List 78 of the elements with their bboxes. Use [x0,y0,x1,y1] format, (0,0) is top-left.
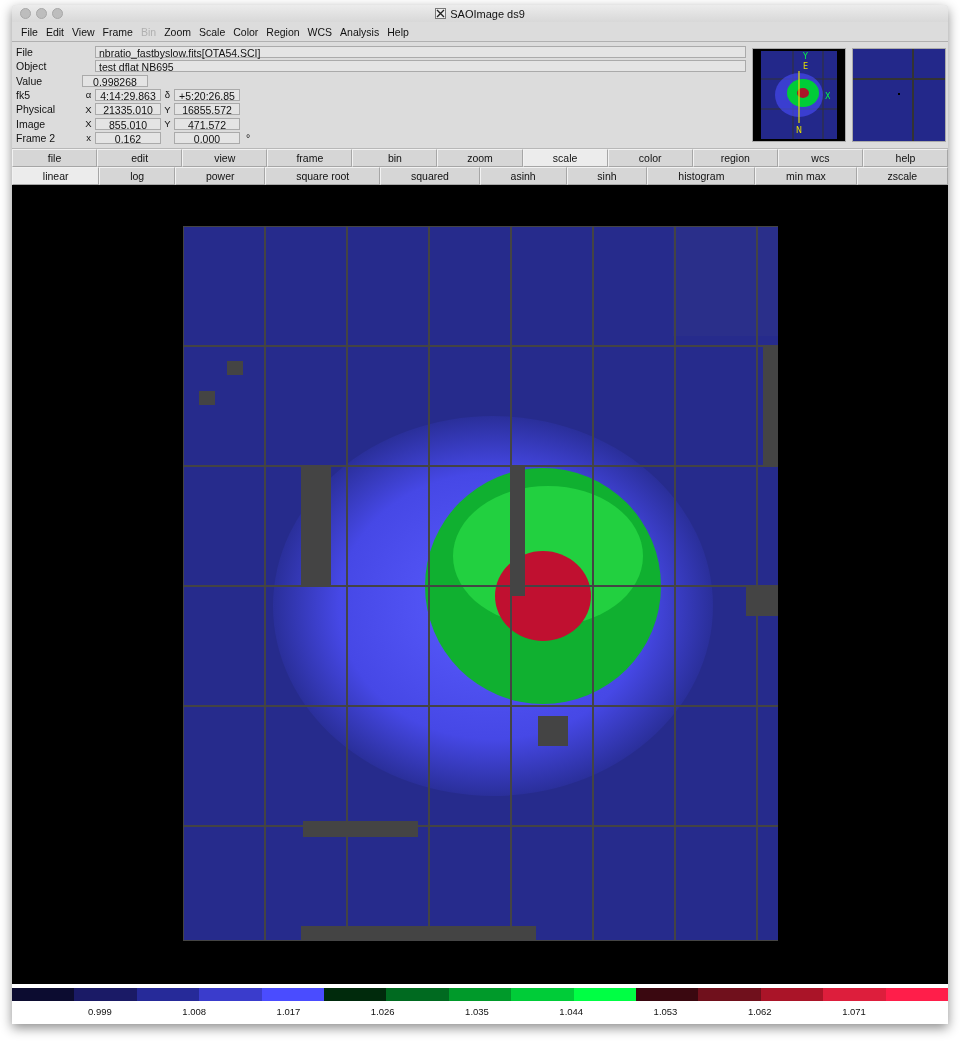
colorbar-tick-label: 1.008 [182,1006,207,1017]
colorbar-tick-label: 0.999 [88,1006,112,1017]
axis-label: δ [164,89,171,101]
compass-label: E [803,62,809,71]
astronomical-image-drawing[interactable] [182,226,778,941]
colorbar-tick-label: 1.044 [559,1006,584,1017]
menu-item[interactable]: Zoom [160,25,195,38]
scale-type-option[interactable]: sinh [566,167,648,185]
zoom-icon[interactable] [52,8,63,19]
axis-label: x [85,132,92,144]
axis-label: X [84,103,93,115]
menu-item[interactable]: Frame [98,25,137,38]
info-field: nbratio_fastbyslow.fits[OTA54.SCI] [95,46,746,59]
field-label: Physical [15,103,57,116]
menu-item[interactable]: View [68,25,99,38]
menu-item[interactable]: Help [383,25,413,38]
field-label: Frame 2 [15,131,57,144]
info-field: test dflat NB695 [95,60,746,73]
toolbar-button[interactable]: scale [522,149,608,167]
toolbar-button[interactable]: region [692,149,778,167]
x-window-icon [435,8,447,19]
colorbar-tick-label: 1.026 [370,1006,395,1017]
toolbar-button[interactable]: bin [352,149,438,167]
menu-item[interactable]: Analysis [336,25,384,38]
axis-label: Y [164,103,171,115]
scale-type-option[interactable]: asinh [479,167,567,185]
menu-item[interactable]: File [17,25,42,38]
field-label: Value [15,74,44,87]
panner-image-drawing[interactable]: Y E N X [752,48,846,142]
toolbar-button[interactable]: color [607,149,693,167]
axis-label: α [84,89,93,101]
compass-label: N [796,126,802,135]
toolbar-button[interactable]: view [182,149,268,167]
toolbar-button[interactable]: zoom [437,149,523,167]
colorbar-tick-label: 1.053 [653,1006,678,1017]
menu-item[interactable]: Scale [194,25,230,38]
toolbar-button[interactable]: frame [267,149,353,167]
close-icon[interactable] [20,8,31,19]
menu-item[interactable]: Edit [41,25,68,38]
info-field: 16855.572 [174,103,240,116]
menu-item[interactable]: WCS [303,25,337,38]
field-label: Object [15,60,48,73]
toolbar-button[interactable]: wcs [777,149,863,167]
colorbar-tick-label: 1.035 [465,1006,489,1017]
axis-label: X [84,118,93,130]
menu-item[interactable]: Color [229,25,263,38]
scale-type-option[interactable]: squared [380,167,480,185]
info-field: 0.000 [174,131,240,144]
compass-label: X [825,92,831,101]
scale-type-option[interactable]: min max [755,167,857,185]
info-field: 0.162 [95,131,161,144]
field-label: File [15,46,34,59]
window-title: SAOImage ds9 [450,7,525,20]
colorbar-tick-label: 1.071 [842,1006,866,1017]
minimize-icon[interactable] [36,8,47,19]
scale-type-option[interactable]: power [175,167,266,185]
toolbar-button[interactable]: help [862,149,949,167]
scale-type-option[interactable]: histogram [647,167,756,185]
scale-type-option[interactable]: linear [12,167,100,185]
toolbar-button[interactable]: edit [97,149,183,167]
info-field: 21335.010 [95,103,161,116]
info-field: 0.998268 [82,74,148,87]
menu-item[interactable]: Region [262,25,304,38]
compass-label: Y [803,52,808,61]
toolbar-button[interactable]: file [12,149,98,167]
field-label: fk5 [15,89,31,101]
field-label: Image [15,117,47,130]
colorbar-tick-label: 1.062 [747,1006,772,1017]
axis-label: Y [164,118,171,130]
scale-type-option[interactable]: log [99,167,176,185]
info-field: 4:14:29.863 [95,89,161,101]
scale-type-option[interactable]: zscale [856,167,949,185]
info-field: 855.010 [95,117,161,130]
unit-label: ° [245,131,251,144]
info-field: 471.572 [174,117,240,130]
scale-type-option[interactable]: square root [265,167,381,185]
colorbar-tick-label: 1.017 [276,1006,301,1017]
info-field: +5:20:26.85 [174,89,240,101]
